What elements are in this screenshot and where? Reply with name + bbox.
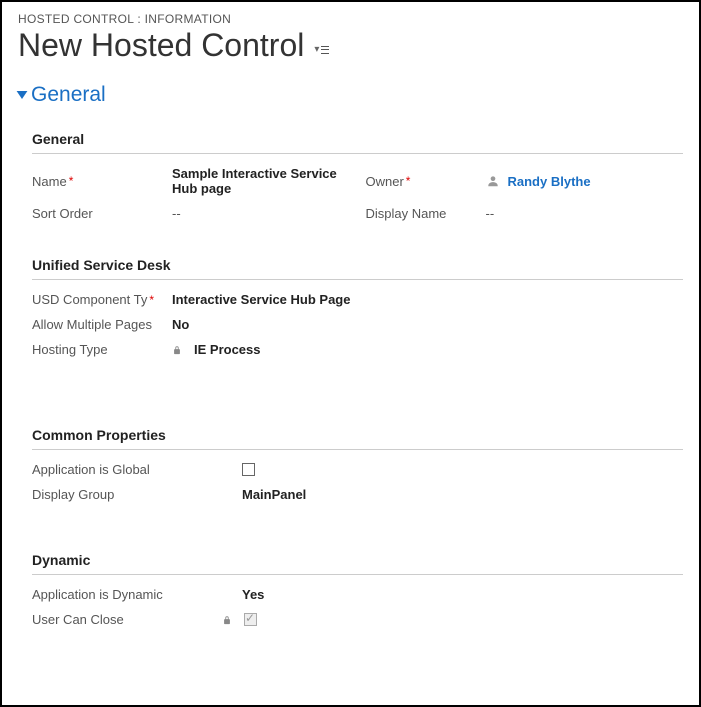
sort-order-value[interactable]: -- [172, 206, 181, 221]
field-application-global[interactable]: Application is Global [32, 462, 683, 477]
subsection-common: Common Properties Application is Global … [32, 427, 683, 502]
allow-multiple-value[interactable]: No [172, 317, 189, 332]
user-can-close-label: User Can Close [32, 612, 222, 627]
app-global-label: Application is Global [32, 462, 242, 477]
field-hosting-type: Hosting Type IE Process [32, 342, 683, 357]
field-user-can-close: User Can Close [32, 612, 683, 627]
section-header-label: General [31, 83, 106, 107]
subsection-title-usd: Unified Service Desk [32, 257, 683, 280]
field-name[interactable]: Name* Sample Interactive Service Hub pag… [32, 166, 350, 196]
name-label: Name [32, 174, 67, 189]
sort-order-label: Sort Order [32, 206, 172, 221]
hosting-type-label: Hosting Type [32, 342, 172, 357]
page-title: New Hosted Control [18, 28, 304, 63]
required-asterisk-icon: * [149, 293, 154, 307]
name-value[interactable]: Sample Interactive Service Hub page [172, 166, 350, 196]
field-display-name[interactable]: Display Name -- [366, 206, 684, 221]
page-title-row: New Hosted Control [18, 28, 683, 63]
allow-multiple-label: Allow Multiple Pages [32, 317, 172, 332]
lock-icon [172, 344, 182, 356]
hosting-type-value: IE Process [194, 342, 261, 357]
app-global-checkbox[interactable] [242, 463, 255, 476]
component-type-value[interactable]: Interactive Service Hub Page [172, 292, 350, 307]
app-dynamic-value[interactable]: Yes [242, 587, 264, 602]
app-dynamic-label: Application is Dynamic [32, 587, 242, 602]
display-group-value[interactable]: MainPanel [242, 487, 306, 502]
subsection-title-common: Common Properties [32, 427, 683, 450]
breadcrumb: HOSTED CONTROL : INFORMATION [18, 12, 683, 26]
field-application-dynamic[interactable]: Application is Dynamic Yes [32, 587, 683, 602]
owner-label: Owner [366, 174, 404, 189]
required-asterisk-icon: * [406, 174, 411, 188]
subsection-dynamic: Dynamic Application is Dynamic Yes User … [32, 552, 683, 627]
field-usd-component-type[interactable]: USD Component Ty* Interactive Service Hu… [32, 292, 683, 307]
lock-icon [222, 614, 232, 626]
display-name-value[interactable]: -- [486, 206, 495, 221]
form-selector-icon[interactable] [314, 44, 329, 55]
display-name-label: Display Name [366, 206, 486, 221]
subsection-title-dynamic: Dynamic [32, 552, 683, 575]
subsection-title-general: General [32, 131, 683, 154]
owner-value[interactable]: Randy Blythe [508, 174, 591, 189]
section-toggle-general[interactable]: General [18, 83, 683, 107]
person-icon [486, 174, 500, 188]
display-group-label: Display Group [32, 487, 242, 502]
required-asterisk-icon: * [69, 174, 74, 188]
component-type-label: USD Component Ty [32, 292, 147, 307]
subsection-general: General Name* Sample Interactive Service… [32, 131, 683, 221]
field-display-group[interactable]: Display Group MainPanel [32, 487, 683, 502]
field-allow-multiple-pages[interactable]: Allow Multiple Pages No [32, 317, 683, 332]
field-sort-order[interactable]: Sort Order -- [32, 206, 350, 221]
field-owner[interactable]: Owner* Randy Blythe [366, 174, 684, 189]
collapse-triangle-icon [17, 91, 28, 99]
user-can-close-checkbox [244, 613, 257, 626]
subsection-usd: Unified Service Desk USD Component Ty* I… [32, 257, 683, 357]
